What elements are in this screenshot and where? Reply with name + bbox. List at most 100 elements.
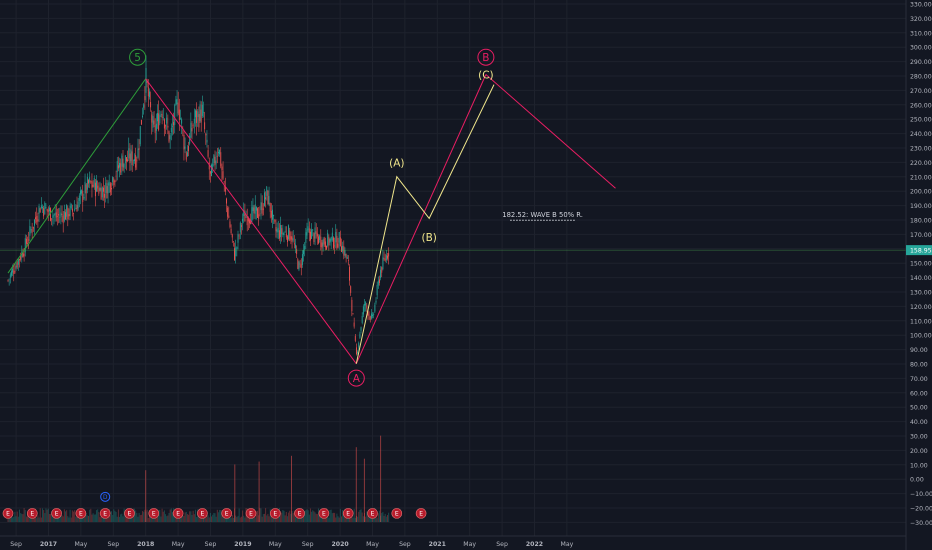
volume-bar [384,513,386,522]
volume-bar [385,516,387,522]
candle-body [25,238,27,244]
volume-bar [303,516,305,522]
candle-body [199,104,201,121]
price-chart[interactable]: 5 A B (A) (B) (C) 182.52: WAVE B 50% R. E E E E E… [0,0,932,550]
volume-bar [263,513,265,522]
volume-bar [313,511,315,522]
candle-body [245,216,247,218]
volume-bar [230,517,232,522]
candle-body [290,236,292,240]
volume-bar [260,508,262,522]
volume-bar [75,516,77,522]
candle-body [269,202,271,212]
volume-bar [36,517,38,522]
volume-bar [354,517,356,522]
volume-bar [262,513,264,522]
candle-body [83,197,85,199]
candle-body [305,232,307,243]
candle-body [81,190,83,194]
candle-body [276,229,278,233]
price-tick-label: 80.00 [910,362,928,369]
candle-body [11,271,12,276]
candle-body [335,231,337,243]
volume-bar [96,510,98,522]
volume-bar [65,511,66,522]
candle-body [160,114,162,115]
volume-bar [220,510,222,522]
volume-bar [112,514,114,522]
volume-bar [19,509,20,522]
volume-bar [292,512,294,522]
volume-bar [334,512,336,522]
volume-bar [189,511,191,522]
candle-body [150,102,152,108]
candle-body [19,259,20,261]
price-tick-label: 230.00 [910,146,932,153]
candle-body [198,114,200,128]
candle-body [29,226,31,236]
volume-spike [234,464,236,522]
volume-bar [45,508,47,522]
time-tick-label: May [269,541,282,548]
price-tick-label: 180.00 [910,218,932,225]
volume-bar [361,512,363,522]
chart-background [0,0,932,550]
candle-body [384,258,386,261]
volume-bar [138,512,140,522]
candle-body [34,219,35,226]
candle-body [362,306,364,315]
time-tick-label: May [463,541,476,548]
candle-body [265,197,267,200]
volume-bar [183,515,185,522]
volume-bar [159,509,161,522]
candle-body [68,214,70,217]
candle-body [374,304,376,312]
candle-body [310,231,311,241]
candle-body [387,255,388,259]
candle-body [32,226,34,229]
candle-body [347,259,349,261]
candle-body [69,205,71,216]
candle-body [162,117,164,119]
candle-body [86,176,88,190]
candle-body [319,235,321,240]
volume-bar [211,516,213,522]
volume-bar [215,516,217,522]
volume-bar [114,510,116,522]
volume-bar [17,516,19,522]
candle-body [8,278,10,280]
candle-body [20,256,22,260]
candle-body [275,227,277,232]
volume-bar [143,511,145,522]
candle-body [254,204,256,214]
price-tick-label: −20.00 [910,506,932,513]
candle-body [70,204,72,209]
candle-body [270,210,272,218]
candle-body [67,207,69,220]
candle-body [307,226,309,231]
earnings-badge-label: E [152,511,156,518]
price-tick-label: 310.00 [910,30,932,37]
candle-body [130,149,132,162]
candle-body [13,270,15,274]
candle-body [137,148,139,158]
candle-body [342,245,344,252]
candle-body [357,352,359,353]
volume-bar [267,513,269,522]
volume-bar [281,512,283,522]
volume-bar [244,517,246,522]
volume-bar [142,511,144,522]
volume-spike [363,458,365,522]
candle-body [66,204,68,217]
candle-body [228,215,230,219]
volume-bar [383,515,385,522]
candle-body [255,206,257,211]
price-tick-label: 130.00 [910,290,932,297]
volume-bar [219,509,221,522]
candle-body [82,190,84,202]
volume-bar [357,516,359,522]
candle-body [373,314,375,316]
volume-bar [288,512,290,522]
price-tick-label: 70.00 [910,376,928,383]
price-tick-label: 20.00 [910,448,928,455]
